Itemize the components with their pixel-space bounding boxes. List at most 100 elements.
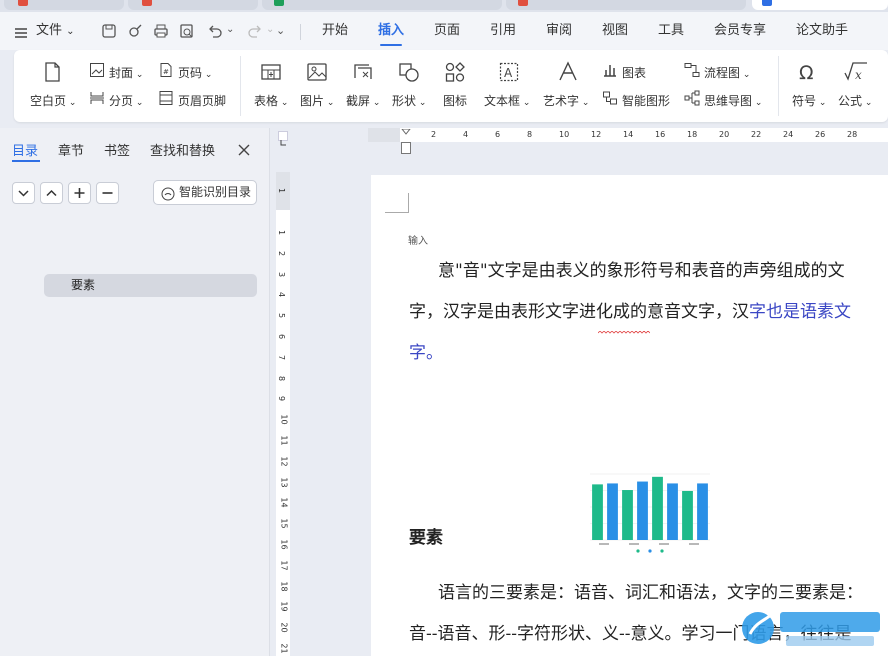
page-number-button[interactable]: 页码 ⌄ [178, 64, 212, 81]
window-tab-active[interactable] [752, 0, 888, 10]
flowchart-label: 流程图 [704, 66, 741, 80]
hamburger-menu-icon[interactable] [14, 24, 28, 38]
undo-dropdown-icon[interactable]: ⌄ [226, 24, 234, 35]
icons-button[interactable]: 图标 [443, 92, 467, 109]
tab-page[interactable]: 页面 [434, 12, 460, 50]
ruler-tick-label: 13 [279, 477, 289, 488]
hanging-indent-marker-icon[interactable] [401, 142, 411, 154]
tab-paper-assistant[interactable]: 论文助手 [796, 12, 848, 50]
header-footer-icon [158, 90, 174, 106]
tab-find-replace[interactable]: 查找和替换 [150, 140, 215, 159]
chevron-up-icon [46, 189, 57, 197]
window-tab[interactable] [128, 0, 258, 10]
chevron-down-icon: ⌄ [66, 26, 75, 37]
active-tab-underline [12, 160, 40, 162]
ruler-tick-label: 7 [277, 354, 287, 360]
export-icon[interactable] [126, 22, 144, 40]
formula-button[interactable]: 公式 ⌄ [838, 92, 872, 109]
wordart-label: 艺术字 [543, 94, 580, 108]
chart-x-tick-label [689, 543, 699, 545]
collapse-button[interactable] [12, 182, 35, 204]
screenshot-label: 截屏 [346, 94, 371, 108]
ruler-tick-label: 5 [277, 313, 287, 319]
ruler-tick-label: 18 [687, 130, 698, 139]
window-tab[interactable] [4, 0, 124, 10]
flowchart-icon [684, 62, 700, 78]
redo-icon[interactable] [246, 22, 264, 40]
ruler-tick-label: 26 [815, 130, 826, 139]
page-break-icon [89, 90, 105, 106]
ruler-tick-label: 9 [277, 396, 287, 402]
ruler-tick-label: 10 [279, 414, 289, 425]
cover-button[interactable]: 封面 ⌄ [109, 64, 143, 81]
shape-button[interactable]: 形状 ⌄ [392, 92, 426, 109]
picture-button[interactable]: 图片 ⌄ [300, 92, 334, 109]
indent-marker-icon[interactable] [400, 128, 412, 142]
bar-chart[interactable] [584, 468, 716, 558]
document-page[interactable]: 输入 意"音"文字是由表义的象形符号和表音的声旁组成的文 字，汉字是由表形文字进… [371, 175, 888, 656]
toc-item[interactable]: 要素 [44, 274, 257, 297]
bar-chart-svg [590, 473, 710, 553]
tab-view[interactable]: 视图 [602, 12, 628, 50]
wordart-button[interactable]: 艺术字 ⌄ [543, 92, 589, 109]
close-icon[interactable] [237, 142, 251, 156]
ruler-tick-label: 20 [279, 622, 289, 633]
chart-bar [652, 476, 663, 540]
tab-reference[interactable]: 引用 [490, 12, 516, 50]
mindmap-label: 思维导图 [704, 94, 753, 108]
tab-review[interactable]: 审阅 [546, 12, 572, 50]
tab-member[interactable]: 会员专享 [714, 12, 766, 50]
blank-page-label: 空白页 [30, 94, 67, 108]
paragraph-line: 字。 [409, 343, 443, 363]
tab-start[interactable]: 开始 [322, 12, 348, 50]
ruler-corner[interactable] [278, 131, 288, 146]
cover-label: 封面 [109, 66, 134, 80]
screenshot-button[interactable]: 截屏 ⌄ [346, 92, 380, 109]
header-footer-button[interactable]: 页眉页脚 [178, 92, 226, 109]
mindmap-button[interactable]: 思维导图 ⌄ [704, 92, 762, 109]
smart-graphic-button[interactable]: 智能图形 [622, 92, 670, 109]
picture-icon [306, 61, 328, 83]
add-heading-button[interactable] [68, 182, 91, 204]
smart-toc-button[interactable]: 智能识别目录 [153, 180, 257, 205]
shape-label: 形状 [392, 94, 417, 108]
page-break-label: 分页 [109, 94, 134, 108]
page-break-button[interactable]: 分页 ⌄ [109, 92, 143, 109]
section-heading: 要素 [409, 528, 443, 548]
chart-button[interactable]: 图表 [622, 64, 646, 81]
screenshot-icon [352, 61, 374, 83]
undo-icon[interactable] [206, 22, 224, 40]
expand-button[interactable] [40, 182, 63, 204]
more-chevron-icon[interactable]: ⌄ [276, 24, 285, 37]
print-preview-icon[interactable] [178, 22, 196, 40]
page-number-icon: # [158, 62, 174, 78]
ruler-tick-label: 4 [277, 292, 287, 298]
table-button[interactable]: 表格 ⌄ [254, 92, 288, 109]
svg-text:x: x [855, 68, 862, 82]
save-icon[interactable] [100, 22, 118, 40]
input-hint: 输入 [408, 236, 428, 247]
flowchart-button[interactable]: 流程图 ⌄ [704, 64, 750, 81]
ruler-margin [368, 128, 400, 142]
window-tab[interactable] [262, 0, 502, 10]
vertical-ruler[interactable]: 1 1 2 3 4 5 6 7 8 9 10 11 12 13 14 15 16 17 18 19 20 21 [276, 172, 290, 656]
mindmap-icon [684, 90, 700, 106]
symbol-label: 符号 [792, 94, 817, 108]
print-icon[interactable] [152, 22, 170, 40]
tab-bookmark[interactable]: 书签 [104, 140, 130, 159]
tab-tools[interactable]: 工具 [658, 12, 684, 50]
tab-chapter[interactable]: 章节 [58, 140, 84, 159]
wordart-icon [557, 61, 579, 83]
symbol-button[interactable]: 符号 ⌄ [792, 92, 826, 109]
horizontal-ruler[interactable]: 2246810121416182022242628 [368, 128, 888, 142]
remove-heading-button[interactable] [96, 182, 119, 204]
textbox-button[interactable]: 文本框 ⌄ [484, 92, 530, 109]
chart-legend-swatch [660, 549, 664, 553]
blank-page-button[interactable]: 空白页 ⌄ [30, 92, 76, 109]
tab-insert[interactable]: 插入 [378, 12, 404, 50]
ruler-tick-label: 6 [277, 333, 287, 340]
redo-dropdown-icon[interactable]: ⌄ [266, 24, 274, 35]
window-tab[interactable] [506, 0, 746, 10]
file-menu[interactable]: 文件 ⌄ [36, 12, 75, 50]
tab-toc[interactable]: 目录 [12, 140, 38, 159]
